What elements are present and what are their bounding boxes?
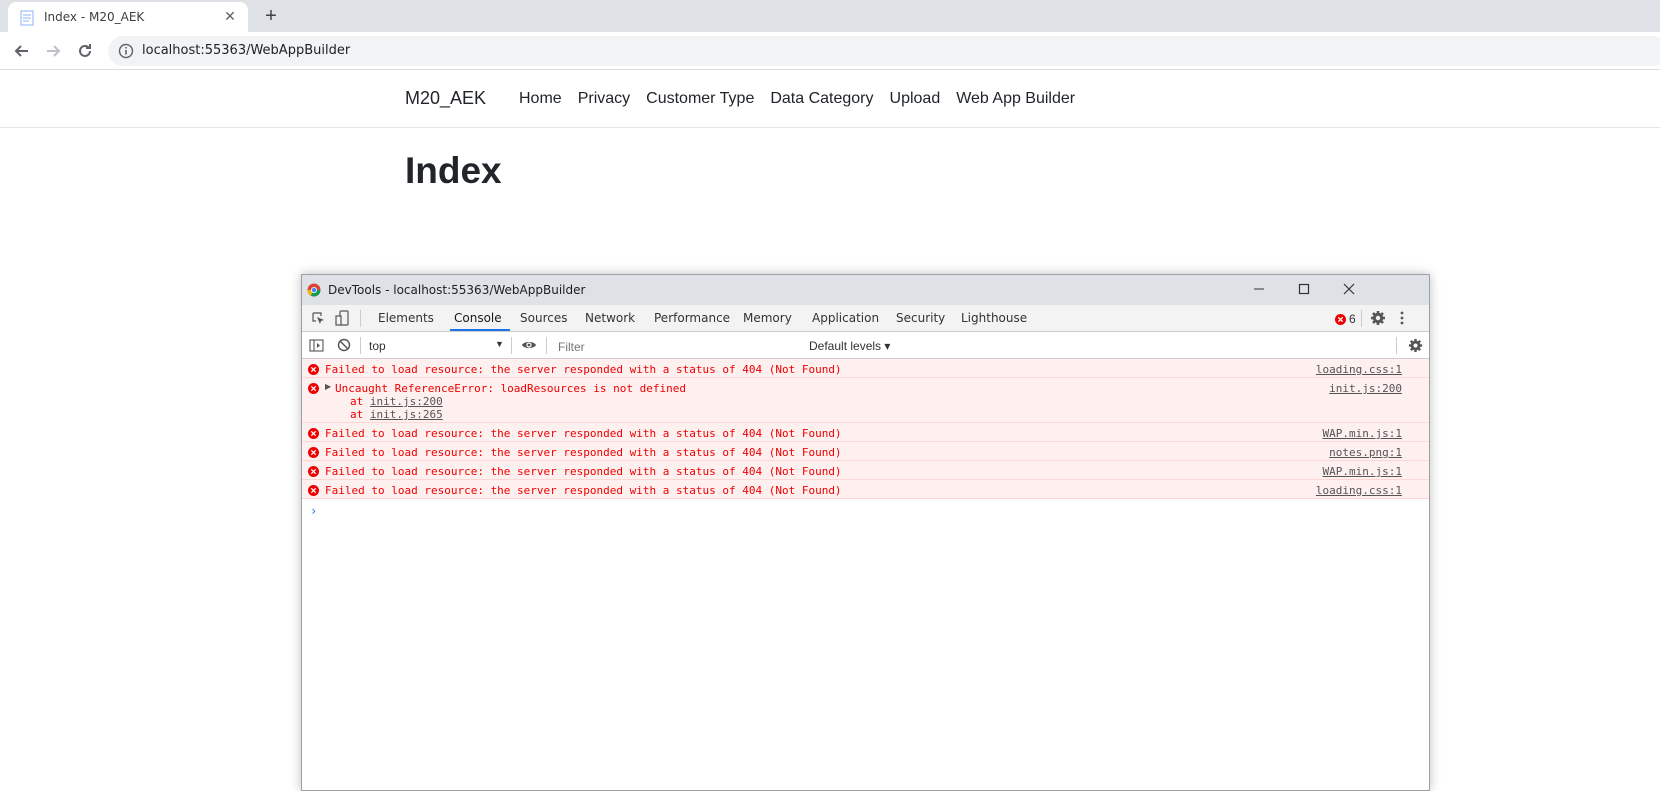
- console-error-message[interactable]: Failed to load resource: the server resp…: [302, 461, 1429, 480]
- stack-frame: at init.js:265: [350, 408, 443, 421]
- clear-console-icon[interactable]: [337, 338, 351, 352]
- nav-link-home[interactable]: Home: [511, 90, 570, 108]
- tab-elements[interactable]: Elements: [378, 311, 434, 325]
- error-text: Uncaught ReferenceError: loadResources i…: [335, 382, 686, 395]
- tab-sources[interactable]: Sources: [520, 311, 567, 325]
- tab-performance[interactable]: Performance: [654, 311, 730, 325]
- context-select[interactable]: top: [369, 339, 493, 353]
- dropdown-arrow-icon[interactable]: ▼: [495, 339, 504, 349]
- tab-security[interactable]: Security: [896, 311, 945, 325]
- error-text: Failed to load resource: the server resp…: [325, 427, 842, 440]
- tab-lighthouse[interactable]: Lighthouse: [961, 311, 1027, 325]
- error-source-link[interactable]: notes.png:1: [1329, 446, 1402, 459]
- error-icon: [308, 447, 319, 458]
- console-error-message[interactable]: Failed to load resource: the server resp…: [302, 359, 1429, 378]
- devtools-window: DevTools - localhost:55363/WebAppBuilder…: [301, 274, 1430, 791]
- console-error-message[interactable]: Failed to load resource: the server resp…: [302, 480, 1429, 499]
- toolbar-divider: [546, 337, 547, 354]
- page-title: Index: [405, 150, 502, 191]
- toolbar-divider: [1396, 337, 1397, 354]
- error-count-badge[interactable]: 6: [1335, 312, 1356, 326]
- error-icon: [308, 428, 319, 439]
- console-toolbar: top ▼ Default levels ▾: [302, 333, 1429, 359]
- nav-link-privacy[interactable]: Privacy: [570, 90, 638, 108]
- minimize-icon[interactable]: [1251, 281, 1267, 297]
- tab-memory[interactable]: Memory: [743, 311, 792, 325]
- nav-link-customer-type[interactable]: Customer Type: [638, 90, 762, 108]
- stack-prefix: at: [350, 395, 364, 408]
- more-options-icon[interactable]: [1399, 310, 1405, 326]
- error-text: Failed to load resource: the server resp…: [325, 363, 842, 376]
- error-icon: [308, 383, 319, 394]
- devtools-title: DevTools - localhost:55363/WebAppBuilder: [328, 283, 586, 297]
- close-tab-icon[interactable]: ✕: [222, 8, 238, 24]
- console-error-message[interactable]: ▶ Uncaught ReferenceError: loadResources…: [302, 378, 1429, 423]
- error-text: Failed to load resource: the server resp…: [325, 446, 842, 459]
- stack-link[interactable]: init.js:200: [370, 395, 443, 408]
- console-messages: Failed to load resource: the server resp…: [302, 359, 1429, 790]
- back-arrow-icon[interactable]: [12, 41, 32, 61]
- chrome-logo-icon: [307, 283, 321, 297]
- tab-title: Index - M20_AEK: [44, 10, 145, 24]
- console-prompt-chevron-icon[interactable]: ›: [310, 504, 317, 518]
- stack-prefix: at: [350, 408, 364, 421]
- nav-link-upload[interactable]: Upload: [882, 90, 949, 108]
- error-text: Failed to load resource: the server resp…: [325, 484, 842, 497]
- inspect-element-icon[interactable]: [311, 311, 326, 326]
- expand-triangle-icon[interactable]: ▶: [325, 382, 331, 391]
- page-icon: [20, 10, 34, 26]
- console-filter-input[interactable]: [555, 337, 799, 356]
- log-levels-dropdown[interactable]: Default levels ▾: [809, 339, 890, 353]
- tab-console[interactable]: Console: [454, 311, 502, 325]
- address-bar[interactable]: localhost:55363/WebAppBuilder: [108, 36, 1660, 66]
- browser-tab[interactable]: Index - M20_AEK ✕: [8, 2, 248, 32]
- error-source-link[interactable]: loading.css:1: [1316, 363, 1402, 376]
- active-tab-indicator: [450, 329, 510, 331]
- maximize-icon[interactable]: [1296, 281, 1312, 297]
- error-count: 6: [1349, 312, 1356, 326]
- stack-frame: at init.js:200: [350, 395, 443, 408]
- info-icon[interactable]: [118, 43, 134, 59]
- toolbar-divider: [1361, 310, 1362, 327]
- reload-icon[interactable]: [75, 41, 95, 61]
- tab-application[interactable]: Application: [812, 311, 879, 325]
- toolbar-divider: [360, 310, 361, 327]
- error-icon: [1335, 313, 1346, 325]
- console-settings-gear-icon[interactable]: [1408, 338, 1423, 353]
- toolbar-divider: [511, 337, 512, 354]
- site-brand[interactable]: M20_AEK: [405, 88, 486, 109]
- settings-gear-icon[interactable]: [1370, 310, 1386, 326]
- console-error-message[interactable]: Failed to load resource: the server resp…: [302, 423, 1429, 442]
- error-text: Failed to load resource: the server resp…: [325, 465, 842, 478]
- close-window-icon[interactable]: [1341, 281, 1357, 297]
- new-tab-icon[interactable]: +: [260, 5, 282, 27]
- error-source-link[interactable]: WAP.min.js:1: [1323, 465, 1402, 478]
- toolbar-divider: [360, 337, 361, 354]
- error-source-link[interactable]: WAP.min.js:1: [1323, 427, 1402, 440]
- tab-network[interactable]: Network: [585, 311, 635, 325]
- device-toolbar-icon[interactable]: [335, 310, 350, 327]
- nav-link-data-category[interactable]: Data Category: [762, 90, 881, 108]
- devtools-tab-bar: Elements Console Sources Network Perform…: [302, 305, 1429, 332]
- site-navbar: M20_AEK Home Privacy Customer Type Data …: [0, 70, 1660, 128]
- devtools-titlebar[interactable]: DevTools - localhost:55363/WebAppBuilder: [302, 275, 1429, 305]
- forward-arrow-icon[interactable]: [43, 41, 63, 61]
- error-icon: [308, 485, 319, 496]
- url-text: localhost:55363/WebAppBuilder: [142, 43, 351, 58]
- error-icon: [308, 364, 319, 375]
- console-error-message[interactable]: Failed to load resource: the server resp…: [302, 442, 1429, 461]
- browser-tab-strip: Index - M20_AEK ✕ +: [0, 0, 1660, 32]
- nav-links: Home Privacy Customer Type Data Category…: [511, 90, 1083, 108]
- browser-toolbar: localhost:55363/WebAppBuilder: [0, 32, 1660, 70]
- stack-link[interactable]: init.js:265: [370, 408, 443, 421]
- live-expression-eye-icon[interactable]: [521, 339, 537, 351]
- error-source-link[interactable]: loading.css:1: [1316, 484, 1402, 497]
- nav-link-web-app-builder[interactable]: Web App Builder: [948, 90, 1083, 108]
- sidebar-toggle-icon[interactable]: [309, 338, 324, 353]
- error-icon: [308, 466, 319, 477]
- log-levels-label: Default levels: [809, 339, 882, 353]
- error-source-link[interactable]: init.js:200: [1329, 382, 1402, 395]
